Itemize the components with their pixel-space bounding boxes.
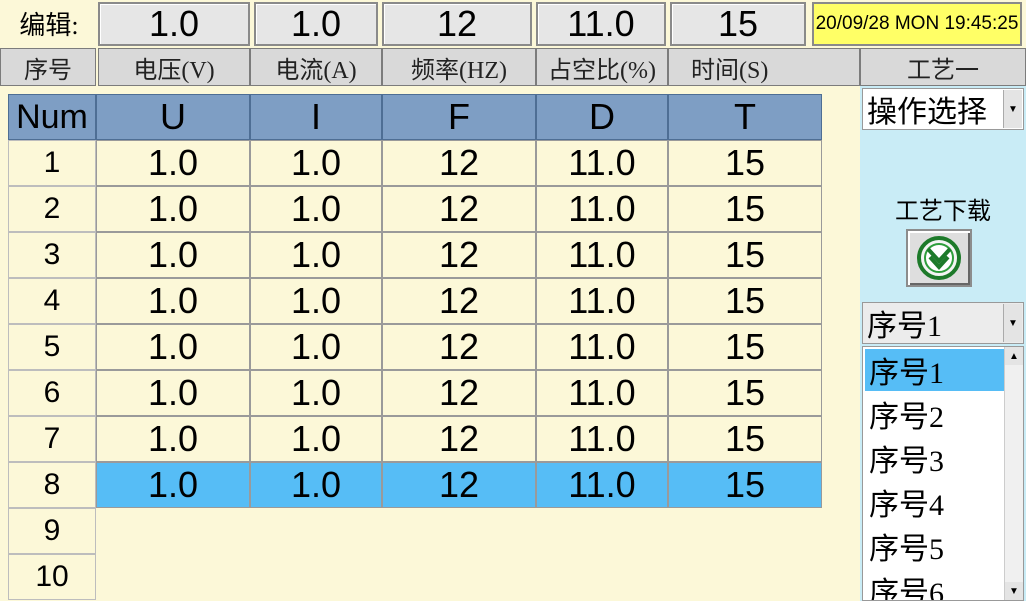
cell-u[interactable]: 1.0 bbox=[96, 462, 250, 508]
cell-t[interactable]: 15 bbox=[668, 186, 822, 232]
row-number: 7 bbox=[8, 416, 96, 462]
cell-t[interactable]: 15 bbox=[668, 140, 822, 186]
cell-i[interactable]: 1.0 bbox=[250, 416, 382, 462]
row-number: 2 bbox=[8, 186, 96, 232]
label-current: 电流(A) bbox=[250, 48, 382, 86]
cell-f[interactable]: 12 bbox=[382, 370, 536, 416]
cell-d[interactable]: 11.0 bbox=[536, 416, 668, 462]
datetime-display: 20/09/28 MON 19:45:25 bbox=[812, 2, 1022, 46]
download-chevron-icon bbox=[917, 236, 961, 280]
cell-i[interactable]: 1.0 bbox=[250, 140, 382, 186]
chevron-down-icon[interactable]: ▼ bbox=[1003, 304, 1022, 342]
scroll-up-icon[interactable]: ▲ bbox=[1005, 347, 1023, 365]
cell-u[interactable]: 1.0 bbox=[96, 370, 250, 416]
table-row[interactable]: 1.0 1.0 12 11.0 15 bbox=[96, 278, 822, 324]
operation-select[interactable]: 操作选择 ▼ bbox=[862, 88, 1024, 130]
sequence-list[interactable]: 序号1 序号2 序号3 序号4 序号5 序号6 ▲ ▼ bbox=[862, 346, 1024, 601]
operation-select-value: 操作选择 bbox=[867, 96, 987, 129]
row-number: 4 bbox=[8, 278, 96, 324]
label-frequency: 频率(HZ) bbox=[382, 48, 536, 86]
label-voltage: 电压(V) bbox=[98, 48, 250, 86]
table-header-f: F bbox=[382, 94, 536, 140]
cell-t[interactable]: 15 bbox=[668, 462, 822, 508]
cell-i[interactable]: 1.0 bbox=[250, 232, 382, 278]
row-number: 9 bbox=[8, 508, 96, 554]
list-item[interactable]: 序号5 bbox=[865, 525, 1005, 567]
row-number: 8 bbox=[8, 462, 96, 508]
chevron-down-icon[interactable]: ▼ bbox=[1003, 90, 1022, 128]
cell-f[interactable]: 12 bbox=[382, 186, 536, 232]
cell-f[interactable]: 12 bbox=[382, 140, 536, 186]
cell-d[interactable]: 11.0 bbox=[536, 140, 668, 186]
row-number: 10 bbox=[8, 554, 96, 600]
row-number: 3 bbox=[8, 232, 96, 278]
cell-i[interactable]: 1.0 bbox=[250, 462, 382, 508]
cell-t[interactable]: 15 bbox=[668, 278, 822, 324]
cell-d[interactable]: 11.0 bbox=[536, 324, 668, 370]
list-item[interactable]: 序号6 bbox=[865, 569, 1005, 600]
table-header-d: D bbox=[536, 94, 668, 140]
edit-voltage-field[interactable]: 1.0 bbox=[98, 2, 250, 46]
download-label: 工艺下载 bbox=[895, 198, 991, 225]
edit-label: 编辑: bbox=[19, 10, 79, 40]
list-item[interactable]: 序号3 bbox=[865, 437, 1005, 479]
download-button[interactable] bbox=[906, 229, 972, 287]
cell-f[interactable]: 12 bbox=[382, 278, 536, 324]
cell-f[interactable]: 12 bbox=[382, 232, 536, 278]
cell-i[interactable]: 1.0 bbox=[250, 370, 382, 416]
list-scrollbar[interactable]: ▲ ▼ bbox=[1004, 347, 1023, 600]
cell-d[interactable]: 11.0 bbox=[536, 462, 668, 508]
row-number: 6 bbox=[8, 370, 96, 416]
cell-f[interactable]: 12 bbox=[382, 416, 536, 462]
cell-d[interactable]: 11.0 bbox=[536, 232, 668, 278]
sequence-select-value: 序号1 bbox=[867, 310, 942, 343]
cell-d[interactable]: 11.0 bbox=[536, 278, 668, 324]
scroll-down-icon[interactable]: ▼ bbox=[1005, 582, 1023, 600]
process-name: 工艺一 bbox=[860, 48, 1026, 86]
edit-duty-field[interactable]: 11.0 bbox=[536, 2, 666, 46]
table-row[interactable]: 1.0 1.0 12 11.0 15 bbox=[96, 140, 822, 186]
cell-i[interactable]: 1.0 bbox=[250, 278, 382, 324]
cell-u[interactable]: 1.0 bbox=[96, 278, 250, 324]
cell-t[interactable]: 15 bbox=[668, 232, 822, 278]
cell-u[interactable]: 1.0 bbox=[96, 140, 250, 186]
edit-current-field[interactable]: 1.0 bbox=[254, 2, 378, 46]
table-header-i: I bbox=[250, 94, 382, 140]
table-row[interactable]: 1.0 1.0 12 11.0 15 bbox=[96, 370, 822, 416]
cell-d[interactable]: 11.0 bbox=[536, 370, 668, 416]
cell-f[interactable]: 12 bbox=[382, 324, 536, 370]
cell-u[interactable]: 1.0 bbox=[96, 232, 250, 278]
list-item[interactable]: 序号1 bbox=[865, 349, 1005, 391]
label-index: 序号 bbox=[0, 48, 96, 86]
edit-frequency-field[interactable]: 12 bbox=[382, 2, 532, 46]
cell-t[interactable]: 15 bbox=[668, 370, 822, 416]
table-header-num: Num bbox=[8, 94, 96, 140]
table-header-u: U bbox=[96, 94, 250, 140]
edit-bar: 编辑: 1.0 1.0 12 11.0 15 20/09/28 MON 19:4… bbox=[0, 0, 1026, 48]
label-duty: 占空比(%) bbox=[536, 48, 668, 86]
row-number: 1 bbox=[8, 140, 96, 186]
edit-time-field[interactable]: 15 bbox=[670, 2, 806, 46]
cell-u[interactable]: 1.0 bbox=[96, 324, 250, 370]
cell-i[interactable]: 1.0 bbox=[250, 324, 382, 370]
table-row[interactable]: 1.0 1.0 12 11.0 15 bbox=[96, 416, 822, 462]
table-row[interactable]: 1.0 1.0 12 11.0 15 bbox=[96, 186, 822, 232]
cell-i[interactable]: 1.0 bbox=[250, 186, 382, 232]
list-item[interactable]: 序号4 bbox=[865, 481, 1005, 523]
cell-t[interactable]: 15 bbox=[668, 416, 822, 462]
cell-f[interactable]: 12 bbox=[382, 462, 536, 508]
row-number: 5 bbox=[8, 324, 96, 370]
cell-u[interactable]: 1.0 bbox=[96, 416, 250, 462]
label-time: 时间(S) bbox=[668, 48, 860, 86]
table-row[interactable]: 1.0 1.0 12 11.0 15 bbox=[96, 324, 822, 370]
table-row-selected[interactable]: 1.0 1.0 12 11.0 15 bbox=[96, 462, 822, 508]
table-row[interactable]: 1.0 1.0 12 11.0 15 bbox=[96, 232, 822, 278]
cell-u[interactable]: 1.0 bbox=[96, 186, 250, 232]
sequence-select[interactable]: 序号1 ▼ bbox=[862, 302, 1024, 344]
cell-t[interactable]: 15 bbox=[668, 324, 822, 370]
cell-d[interactable]: 11.0 bbox=[536, 186, 668, 232]
list-item[interactable]: 序号2 bbox=[865, 393, 1005, 435]
table-header-t: T bbox=[668, 94, 822, 140]
